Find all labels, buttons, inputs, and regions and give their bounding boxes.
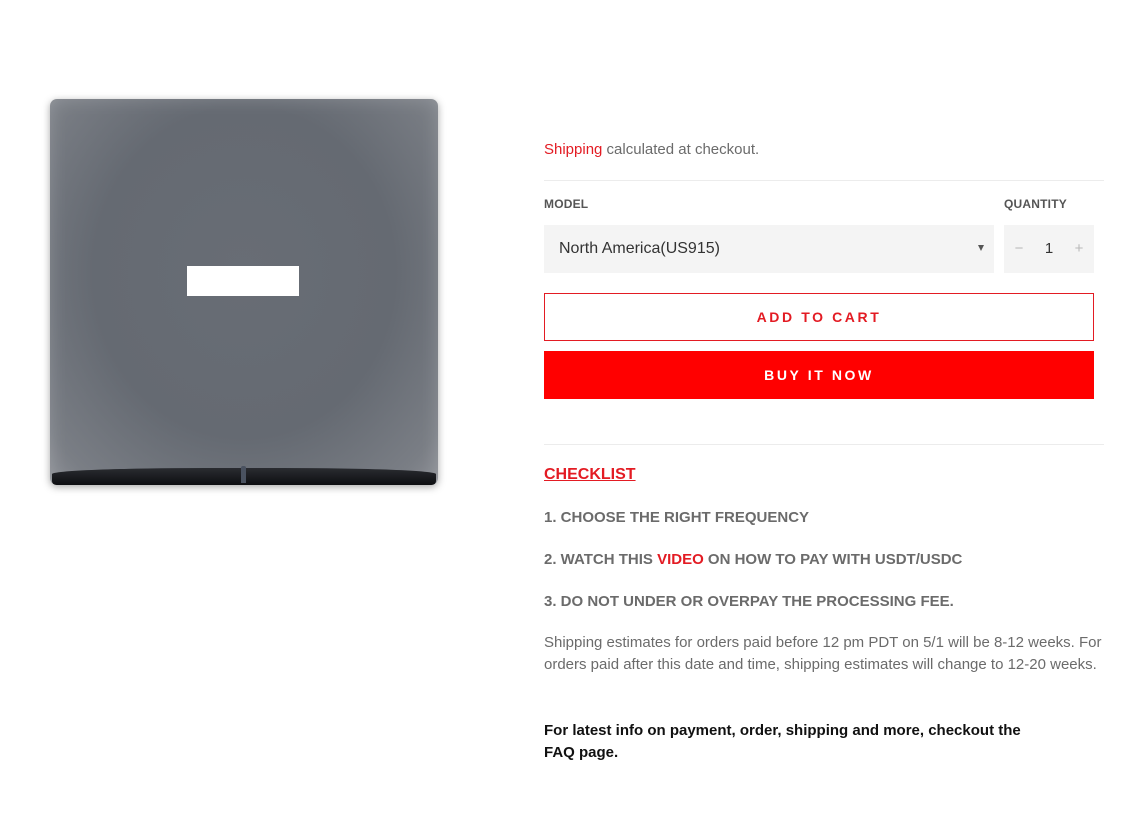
device-body	[50, 99, 438, 485]
faq-note[interactable]: For latest info on payment, order, shipp…	[544, 720, 1044, 764]
device-notch	[241, 466, 246, 483]
buy-it-now-button[interactable]: BUY IT NOW	[544, 351, 1094, 399]
product-image[interactable]	[50, 99, 438, 485]
checklist-heading: CHECKLIST	[544, 466, 636, 483]
checklist-step-1: 1. CHOOSE THE RIGHT FREQUENCY	[544, 509, 810, 526]
quantity-increase-button[interactable]: +	[1064, 225, 1094, 273]
chevron-down-icon	[978, 245, 984, 251]
quantity-stepper: − 1 +	[1004, 225, 1094, 273]
divider	[544, 444, 1104, 445]
quantity-decrease-button[interactable]: −	[1004, 225, 1034, 273]
model-label: MODEL	[544, 197, 589, 211]
model-select-value: North America(US915)	[559, 240, 720, 257]
shipping-note: Shipping calculated at checkout.	[544, 141, 759, 158]
shipping-link[interactable]: Shipping	[544, 141, 602, 158]
checklist-step-2-end: ON HOW TO PAY WITH USDT/USDC	[703, 551, 963, 568]
add-to-cart-button[interactable]: ADD TO CART	[544, 293, 1094, 341]
quantity-label: QUANTITY	[1004, 197, 1067, 211]
shipping-estimate-text: Shipping estimates for orders paid befor…	[544, 634, 1102, 673]
divider	[544, 180, 1104, 181]
quantity-input[interactable]: 1	[1034, 225, 1064, 273]
shipping-note-text: calculated at checkout.	[602, 141, 760, 158]
device-label	[187, 266, 299, 296]
checklist-step-2-start: 2. WATCH THIS	[544, 551, 658, 568]
checklist-step-2: 2. WATCH THIS VIDEO ON HOW TO PAY WITH U…	[544, 551, 962, 568]
checklist-step-3: 3. DO NOT UNDER OR OVERPAY THE PROCESSIN…	[544, 593, 954, 610]
model-select[interactable]: North America(US915)	[544, 225, 994, 273]
video-link[interactable]: VIDEO	[657, 551, 704, 568]
